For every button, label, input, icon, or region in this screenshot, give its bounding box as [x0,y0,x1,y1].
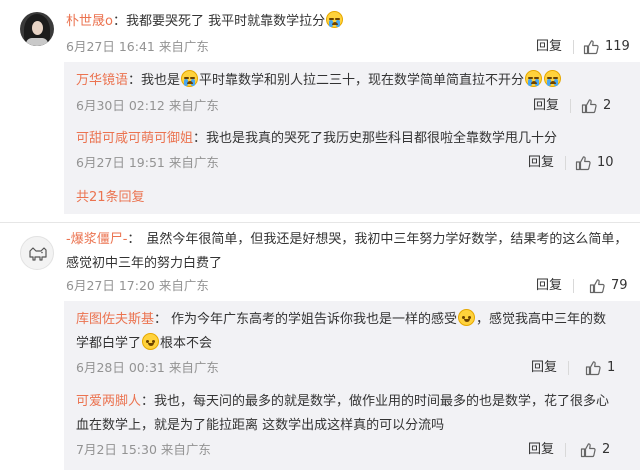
like-count: 79 [611,278,628,293]
avatar[interactable] [20,236,54,270]
reply-button[interactable]: 回复 [533,97,559,115]
dog-icon [29,247,47,261]
thumbs-up-icon [580,443,596,458]
thumbs-up-icon [585,361,601,376]
avatar[interactable] [20,12,54,46]
like-count: 2 [602,442,611,457]
divider [565,156,566,170]
sub-reply-time: 6月30日 02:12 来自广东 [76,98,219,113]
comment-author[interactable]: -爆浆僵尸- [66,232,127,247]
like-count: 2 [603,98,612,113]
more-replies-link[interactable]: 共21条回复 [76,189,145,207]
like-count: 10 [597,155,614,170]
comment-text: 朴世晟o：我都要哭死了 我平时就靠数学拉分 [66,11,344,33]
sub-reply-time: 7月2日 15:30 来自广东 [76,442,211,457]
sub-reply-author[interactable]: 库图佐夫斯基 [76,312,154,327]
like-button[interactable]: 79 [589,277,628,295]
sub-reply-text: 可甜可咸可萌可御姐：我也是我真的哭死了我历史那些科目都很啦全靠数学甩几十分 [76,131,558,146]
thumbs-up-icon [575,156,591,171]
sub-reply-text-continued: 学都白学了 根本不会 [76,333,212,355]
reply-button[interactable]: 回复 [536,38,562,56]
sub-reply-author[interactable]: 万华镜语 [76,73,128,88]
sub-reply-text: 万华镜语：我也是 平时靠数学和别人拉二三十，现在数学简单简直拉不开分 [76,70,562,92]
like-button[interactable]: 1 [585,359,615,377]
sub-reply-text-continued: 血在数学上，就是为了能拉距离 这数学出成这样真的可以分流吗 [76,418,445,433]
comment-divider [0,222,640,223]
sub-reply-time: 6月27日 19:51 来自广东 [76,155,219,170]
thumbs-up-icon [581,99,597,114]
crying-face-emoji [525,70,543,87]
crying-face-emoji [181,70,199,87]
sub-reply-author[interactable]: 可爱两脚人 [76,394,141,409]
reply-button[interactable]: 回复 [528,441,554,459]
divider [568,361,569,375]
divider [570,99,571,113]
comment-text: -爆浆僵尸-： 虽然今年很简单，但我还是好想哭，我初中三年努力学好数学，结果考的这… [66,232,628,247]
reply-button[interactable]: 回复 [536,277,562,295]
comment-author[interactable]: 朴世晟o [66,14,113,29]
reply-button[interactable]: 回复 [531,359,557,377]
crying-face-emoji [544,70,562,87]
sub-reply-text: 库图佐夫斯基： 作为今年广东高考的学姐告诉你我也是一样的感受 ，感觉我高中三年的数 [76,309,606,331]
reply-button[interactable]: 回复 [528,154,554,172]
smiling-face-emoji [458,309,476,326]
divider [573,279,574,293]
sub-reply-time: 6月28日 00:31 来自广东 [76,360,219,375]
crying-face-emoji [326,11,344,28]
thumbs-up-icon [589,279,605,294]
like-count: 1 [607,360,616,375]
comment-time: 6月27日 16:41 来自广东 [66,39,209,54]
like-button[interactable]: 10 [575,154,614,172]
thumbs-up-icon [583,40,599,55]
smiling-face-emoji [142,333,160,350]
sub-reply-text: 可爱两脚人：我也，每天问的最多的就是数学，做作业用的时间最多的也是数学，花了很多… [76,394,610,409]
like-button[interactable]: 2 [581,97,611,115]
divider [573,40,574,54]
like-button[interactable]: 119 [583,38,630,56]
divider [565,443,566,457]
like-button[interactable]: 2 [580,441,610,459]
like-count: 119 [605,39,630,54]
sub-reply-author[interactable]: 可甜可咸可萌可御姐 [76,131,193,146]
comment-text-continued: 感觉初中三年的努力白费了 [66,256,223,271]
comment-time: 6月27日 17:20 来自广东 [66,278,209,293]
